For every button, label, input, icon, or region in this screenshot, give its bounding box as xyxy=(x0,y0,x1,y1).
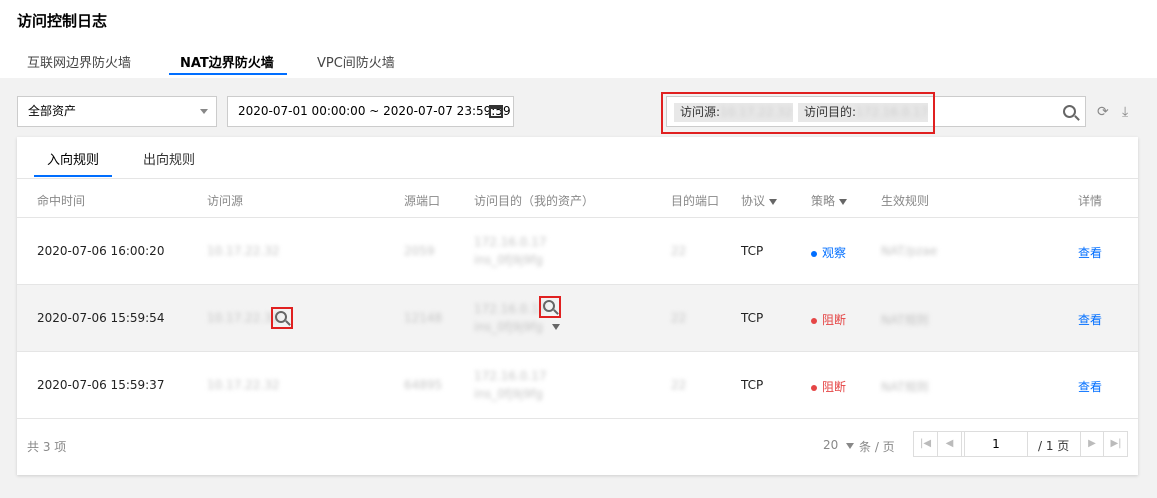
date-range-picker[interactable]: 2020-07-01 00:00:00 ~ 2020-07-07 23:59:5… xyxy=(227,96,514,127)
tab-inbound-rules[interactable]: 入向规则 xyxy=(47,149,99,168)
status-dot xyxy=(811,384,817,391)
direction-tabs: 入向规则 出向规则 xyxy=(17,137,1138,178)
col-protocol-label: 协议 xyxy=(741,194,766,208)
chevron-down-icon xyxy=(846,442,855,449)
asset-select[interactable]: 全部资产 xyxy=(17,96,217,127)
row-source: 10.17.22.32 xyxy=(207,244,280,258)
row-rule: NAT规则 xyxy=(881,380,929,394)
table-row: 2020-07-06 16:00:20 10.17.22.32 2059 172… xyxy=(17,218,1138,285)
row-source: 10.17.22.32 xyxy=(207,311,280,325)
download-icon[interactable]: ⤓ xyxy=(1122,104,1128,120)
table-row: 2020-07-06 15:59:37 10.17.22.32 64895 17… xyxy=(17,352,1138,419)
col-dest-port: 目的端口 xyxy=(671,194,720,208)
pagination: |◀ ◀ 1 / 1 页 ▶ ▶| xyxy=(913,431,1128,457)
col-detail: 详情 xyxy=(1078,194,1103,208)
page-size-select[interactable]: 20 xyxy=(823,438,855,452)
col-protocol[interactable]: 协议 xyxy=(741,192,778,209)
table-row: 2020-07-06 15:59:54 10.17.22.32 12148 17… xyxy=(17,285,1138,352)
refresh-icon[interactable]: ⟳ xyxy=(1097,104,1109,120)
row-time: 2020-07-06 15:59:54 xyxy=(37,311,165,325)
col-time: 命中时间 xyxy=(37,194,86,208)
tab-internet-firewall[interactable]: 互联网边界防火墙 xyxy=(27,52,131,71)
page-size-unit: 条 / 页 xyxy=(859,440,895,454)
row-dest-ip: 172.16.0.17 xyxy=(474,302,547,316)
search-icon[interactable] xyxy=(543,300,555,312)
col-strategy-label: 策略 xyxy=(811,194,836,208)
table-header: 命中时间 访问源 源端口 访问目的（我的资产） 目的端口 协议 策略 生效规则 … xyxy=(17,178,1138,218)
row-dest-port: 22 xyxy=(671,378,687,392)
top-bar: 访问控制日志 互联网边界防火墙 NAT边界防火墙 VPC间防火墙 xyxy=(0,0,1157,78)
next-page-button[interactable]: ▶ xyxy=(1080,432,1104,456)
last-page-button[interactable]: ▶| xyxy=(1104,432,1128,456)
row-rule: NAT/pzae xyxy=(881,244,938,258)
row-protocol: TCP xyxy=(741,378,764,392)
row-dest-name: ins_0fj9j9fg xyxy=(474,387,543,401)
row-strategy: 阻断 xyxy=(822,313,847,327)
row-source-port: 12148 xyxy=(404,311,443,325)
row-strategy: 观察 xyxy=(822,246,847,260)
col-rule: 生效规则 xyxy=(881,194,930,208)
filter-icon[interactable] xyxy=(839,198,848,205)
row-dest-name: ins_0fj9j9fg xyxy=(474,253,543,267)
col-source-port: 源端口 xyxy=(404,194,441,208)
row-source: 10.17.22.32 xyxy=(207,378,280,392)
view-detail-link[interactable]: 查看 xyxy=(1078,311,1102,328)
row-dest-port: 22 xyxy=(671,311,687,325)
status-dot xyxy=(811,250,817,257)
row-dest-port: 22 xyxy=(671,244,687,258)
row-protocol: TCP xyxy=(741,244,764,258)
view-detail-link[interactable]: 查看 xyxy=(1078,378,1102,395)
page-size-value: 20 xyxy=(823,438,839,452)
search-icon[interactable] xyxy=(275,311,287,323)
log-table-card: 入向规则 出向规则 命中时间 访问源 源端口 访问目的（我的资产） 目的端口 协… xyxy=(17,137,1138,475)
table-footer: 共 3 项 20 条 / 页 |◀ ◀ 1 / 1 页 ▶ ▶| xyxy=(17,420,1138,475)
row-dest-ip: 172.16.0.17 xyxy=(474,235,547,249)
filter-icon[interactable] xyxy=(552,324,560,330)
page-number-input[interactable]: 1 xyxy=(964,432,1028,456)
row-dest-name: ins_0fj9j9fg xyxy=(474,320,543,334)
search-icon[interactable] xyxy=(1063,105,1076,118)
row-strategy: 阻断 xyxy=(822,380,847,394)
row-time: 2020-07-06 16:00:20 xyxy=(37,244,165,258)
view-detail-link[interactable]: 查看 xyxy=(1078,244,1102,261)
prev-page-button[interactable]: ◀ xyxy=(938,432,962,456)
row-dest-ip: 172.16.0.17 xyxy=(474,369,547,383)
asset-select-value: 全部资产 xyxy=(28,104,77,118)
row-source-port: 64895 xyxy=(404,378,443,392)
col-source: 访问源 xyxy=(207,194,244,208)
chevron-down-icon xyxy=(200,109,208,114)
dest-search-highlight[interactable] xyxy=(539,296,561,318)
source-search-highlight[interactable] xyxy=(271,307,293,329)
row-source-port: 2059 xyxy=(404,244,435,258)
date-range-value: 2020-07-01 00:00:00 ~ 2020-07-07 23:59:5… xyxy=(238,104,511,118)
first-page-button[interactable]: |◀ xyxy=(914,432,938,456)
tab-nat-firewall[interactable]: NAT边界防火墙 xyxy=(180,52,274,71)
tab-vpc-firewall[interactable]: VPC间防火墙 xyxy=(317,52,395,71)
search-highlight-box xyxy=(661,92,935,134)
tab-outbound-rules[interactable]: 出向规则 xyxy=(143,149,195,168)
page-total: / 1 页 xyxy=(1038,439,1070,453)
status-badge: 阻断 xyxy=(811,311,846,328)
active-tab-indicator xyxy=(169,73,287,75)
page-title: 访问控制日志 xyxy=(17,12,108,30)
row-rule: NAT规则 xyxy=(881,313,929,327)
col-strategy[interactable]: 策略 xyxy=(811,192,848,209)
col-dest: 访问目的（我的资产） xyxy=(474,194,595,208)
row-time: 2020-07-06 15:59:37 xyxy=(37,378,165,392)
active-subtab-indicator xyxy=(34,175,112,177)
total-count: 共 3 项 xyxy=(27,440,67,454)
status-dot xyxy=(811,317,817,324)
row-protocol: TCP xyxy=(741,311,764,325)
status-badge: 阻断 xyxy=(811,378,846,395)
calendar-icon xyxy=(489,105,503,118)
filter-icon[interactable] xyxy=(769,198,778,205)
status-badge: 观察 xyxy=(811,244,846,261)
